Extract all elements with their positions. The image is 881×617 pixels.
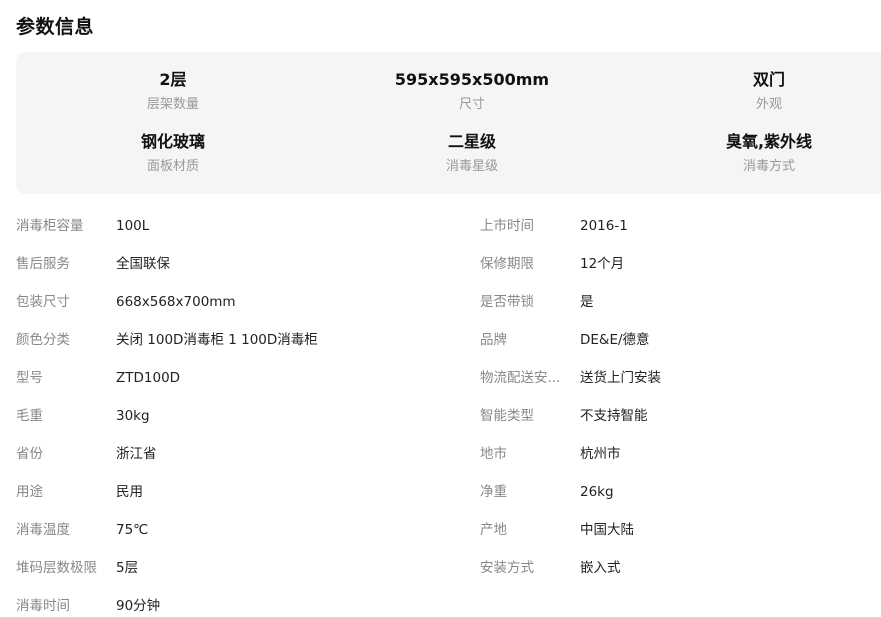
spec-value: 5层 (116, 560, 139, 576)
spec-value: 浙江省 (116, 446, 157, 462)
summary-value: 595x595x500mm (394, 70, 550, 89)
spec-key: 颜色分类 (16, 332, 70, 348)
summary-item-shelf-count: 2层 层架数量 (43, 70, 303, 114)
spec-value: 民用 (116, 484, 143, 500)
spec-value: 关闭 100D消毒柜 1 100D消毒柜 (116, 332, 318, 348)
spec-value: ZTD100D (116, 370, 181, 386)
spec-key: 堆码层数极限 (16, 560, 97, 576)
spec-key: 上市时间 (480, 218, 534, 234)
spec-key: 用途 (16, 484, 43, 500)
spec-value: 不支持智能 (580, 408, 648, 424)
spec-key: 品牌 (480, 332, 507, 348)
spec-value: 12个月 (580, 256, 625, 272)
spec-key: 保修期限 (480, 256, 534, 272)
spec-key: 消毒时间 (16, 598, 70, 614)
spec-value: 100L (116, 218, 150, 234)
spec-key: 净重 (480, 484, 507, 500)
summary-label: 尺寸 (458, 97, 485, 112)
spec-value: 全国联保 (116, 256, 170, 272)
summary-label: 外观 (755, 97, 782, 112)
spec-value: 杭州市 (580, 446, 621, 462)
section-title: 参数信息 (16, 16, 95, 38)
spec-key: 产地 (480, 522, 507, 538)
summary-panel: 2层 层架数量 595x595x500mm 尺寸 双门 外观 钢化玻璃 面板材质… (16, 52, 881, 194)
summary-item-panel-material: 钢化玻璃 面板材质 (43, 132, 303, 176)
spec-key: 型号 (16, 370, 43, 386)
spec-value: 中国大陆 (580, 522, 634, 538)
spec-key: 售后服务 (16, 256, 70, 272)
summary-label: 面板材质 (146, 159, 199, 174)
summary-item-star-rating: 二星级 消毒星级 (342, 132, 602, 176)
summary-label: 消毒方式 (742, 159, 795, 174)
summary-label: 层架数量 (146, 97, 199, 112)
spec-value: 26kg (580, 484, 614, 500)
summary-value: 2层 (159, 70, 187, 89)
spec-value: 90分钟 (116, 598, 161, 614)
spec-value: 30kg (116, 408, 150, 424)
spec-key: 消毒温度 (16, 522, 70, 538)
summary-item-appearance: 双门 外观 (639, 70, 881, 114)
spec-key: 物流配送安... (480, 370, 561, 386)
summary-item-size: 595x595x500mm 尺寸 (342, 70, 602, 114)
spec-key: 安装方式 (480, 560, 534, 576)
spec-key: 包装尺寸 (16, 294, 70, 310)
spec-value: DE&E/德意 (580, 332, 650, 348)
spec-value: 2016-1 (580, 218, 628, 234)
summary-item-method: 臭氧,紫外线 消毒方式 (639, 132, 881, 176)
summary-label: 消毒星级 (445, 159, 498, 174)
spec-value: 是 (580, 294, 594, 310)
summary-value: 二星级 (447, 132, 496, 151)
spec-key: 是否带锁 (480, 294, 534, 310)
spec-key: 毛重 (16, 408, 43, 424)
spec-value: 嵌入式 (580, 560, 621, 576)
spec-key: 地市 (480, 446, 507, 462)
spec-key: 智能类型 (480, 408, 534, 424)
spec-value: 75℃ (116, 522, 149, 538)
spec-value: 送货上门安装 (580, 370, 661, 386)
spec-key: 消毒柜容量 (16, 218, 84, 234)
summary-value: 臭氧,紫外线 (725, 132, 813, 151)
spec-key: 省份 (16, 446, 43, 462)
spec-value: 668x568x700mm (116, 294, 236, 310)
summary-value: 双门 (752, 70, 785, 89)
summary-value: 钢化玻璃 (140, 132, 205, 151)
